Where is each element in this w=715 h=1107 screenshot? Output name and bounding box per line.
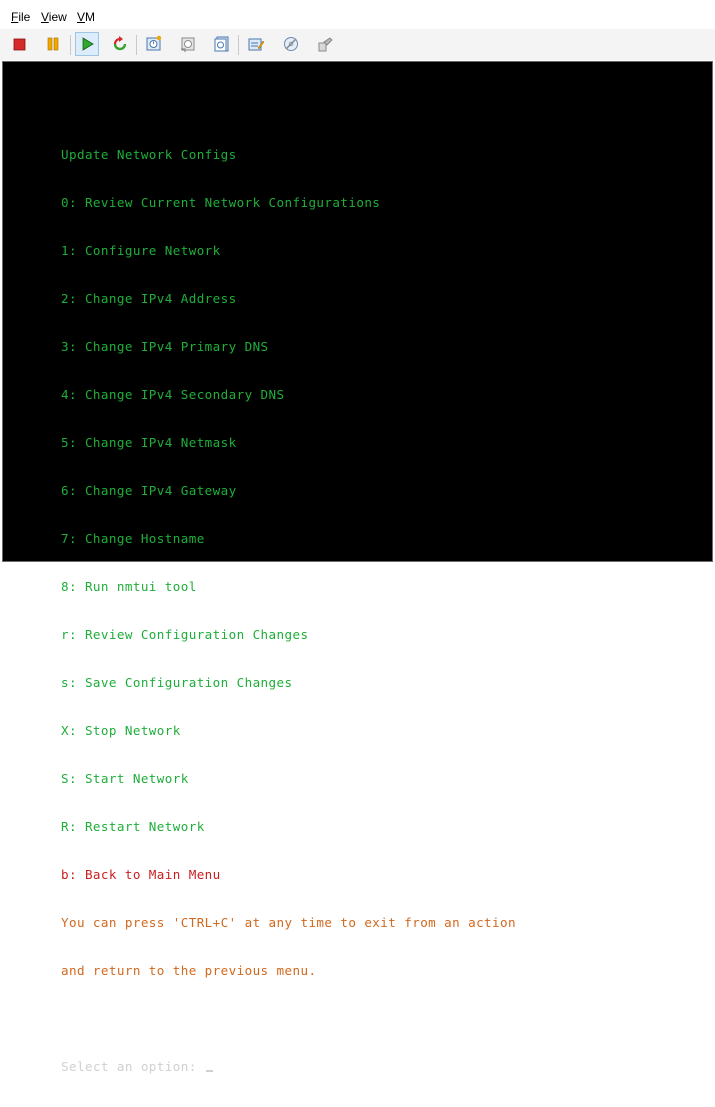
menu-view[interactable]: View — [41, 10, 67, 24]
insert-disk-icon — [284, 37, 298, 51]
start-button[interactable] — [75, 32, 99, 56]
stop-button[interactable] — [7, 32, 31, 56]
snapshot-manager-icon — [214, 36, 229, 52]
menu-vm[interactable]: VM — [77, 10, 95, 24]
menu-option: 6: Change IPv4 Gateway — [61, 483, 237, 498]
share-button[interactable] — [313, 32, 337, 56]
menu-option: R: Restart Network — [61, 819, 205, 834]
toolbar-separator — [136, 35, 137, 55]
menu-vm-label: M — [85, 10, 96, 24]
menu-option: X: Stop Network — [61, 723, 181, 738]
stop-icon — [13, 38, 26, 51]
toolbar — [0, 29, 715, 60]
menu-option: s: Save Configuration Changes — [61, 675, 293, 690]
insert-disk-button[interactable] — [279, 32, 303, 56]
menu-view-label: iew — [48, 10, 67, 24]
menu-vm-mnemonic: V — [77, 10, 86, 24]
text-cursor — [205, 1070, 213, 1072]
console-title: Update Network Configs — [61, 147, 237, 162]
menu-view-mnemonic: V — [41, 10, 49, 24]
menu-option: 4: Change IPv4 Secondary DNS — [61, 387, 285, 402]
toolbar-separator — [70, 35, 71, 55]
revert-icon — [181, 37, 195, 52]
snapshot-button[interactable] — [142, 32, 166, 56]
revert-button[interactable] — [176, 32, 200, 56]
menu-file[interactable]: File — [11, 10, 30, 24]
console-text: Update Network Configs 0: Review Current… — [61, 115, 516, 1107]
menu-file-label: ile — [18, 10, 31, 24]
prompt-line[interactable]: Select an option: — [61, 1059, 516, 1075]
snapshot-manager-button[interactable] — [210, 32, 234, 56]
start-icon — [82, 37, 94, 51]
menu-bar: File View VM — [0, 0, 715, 29]
vm-console-screen[interactable]: Update Network Configs 0: Review Current… — [2, 61, 713, 1074]
note-line: You can press 'CTRL+C' at any time to ex… — [61, 915, 516, 930]
toolbar-separator — [238, 35, 239, 55]
menu-option: 7: Change Hostname — [61, 531, 205, 546]
reset-icon — [113, 36, 127, 51]
menu-option: 2: Change IPv4 Address — [61, 291, 237, 306]
menu-option: 3: Change IPv4 Primary DNS — [61, 339, 269, 354]
prompt-text: Select an option: — [61, 1059, 205, 1074]
reset-button[interactable] — [108, 32, 132, 56]
pause-button[interactable] — [41, 32, 65, 56]
menu-option: 8: Run nmtui tool — [61, 579, 197, 594]
back-option: b: Back to Main Menu — [61, 867, 221, 882]
menu-option: r: Review Configuration Changes — [61, 627, 309, 642]
settings-button[interactable] — [244, 32, 268, 56]
share-icon — [318, 37, 333, 52]
menu-option: 5: Change IPv4 Netmask — [61, 435, 237, 450]
pause-icon — [47, 37, 59, 51]
settings-icon — [248, 38, 265, 51]
snapshot-icon — [146, 35, 162, 51]
menu-option: 1: Configure Network — [61, 243, 221, 258]
note-line: and return to the previous menu. — [61, 963, 317, 978]
menu-option: 0: Review Current Network Configurations — [61, 195, 381, 210]
menu-option: S: Start Network — [61, 771, 189, 786]
